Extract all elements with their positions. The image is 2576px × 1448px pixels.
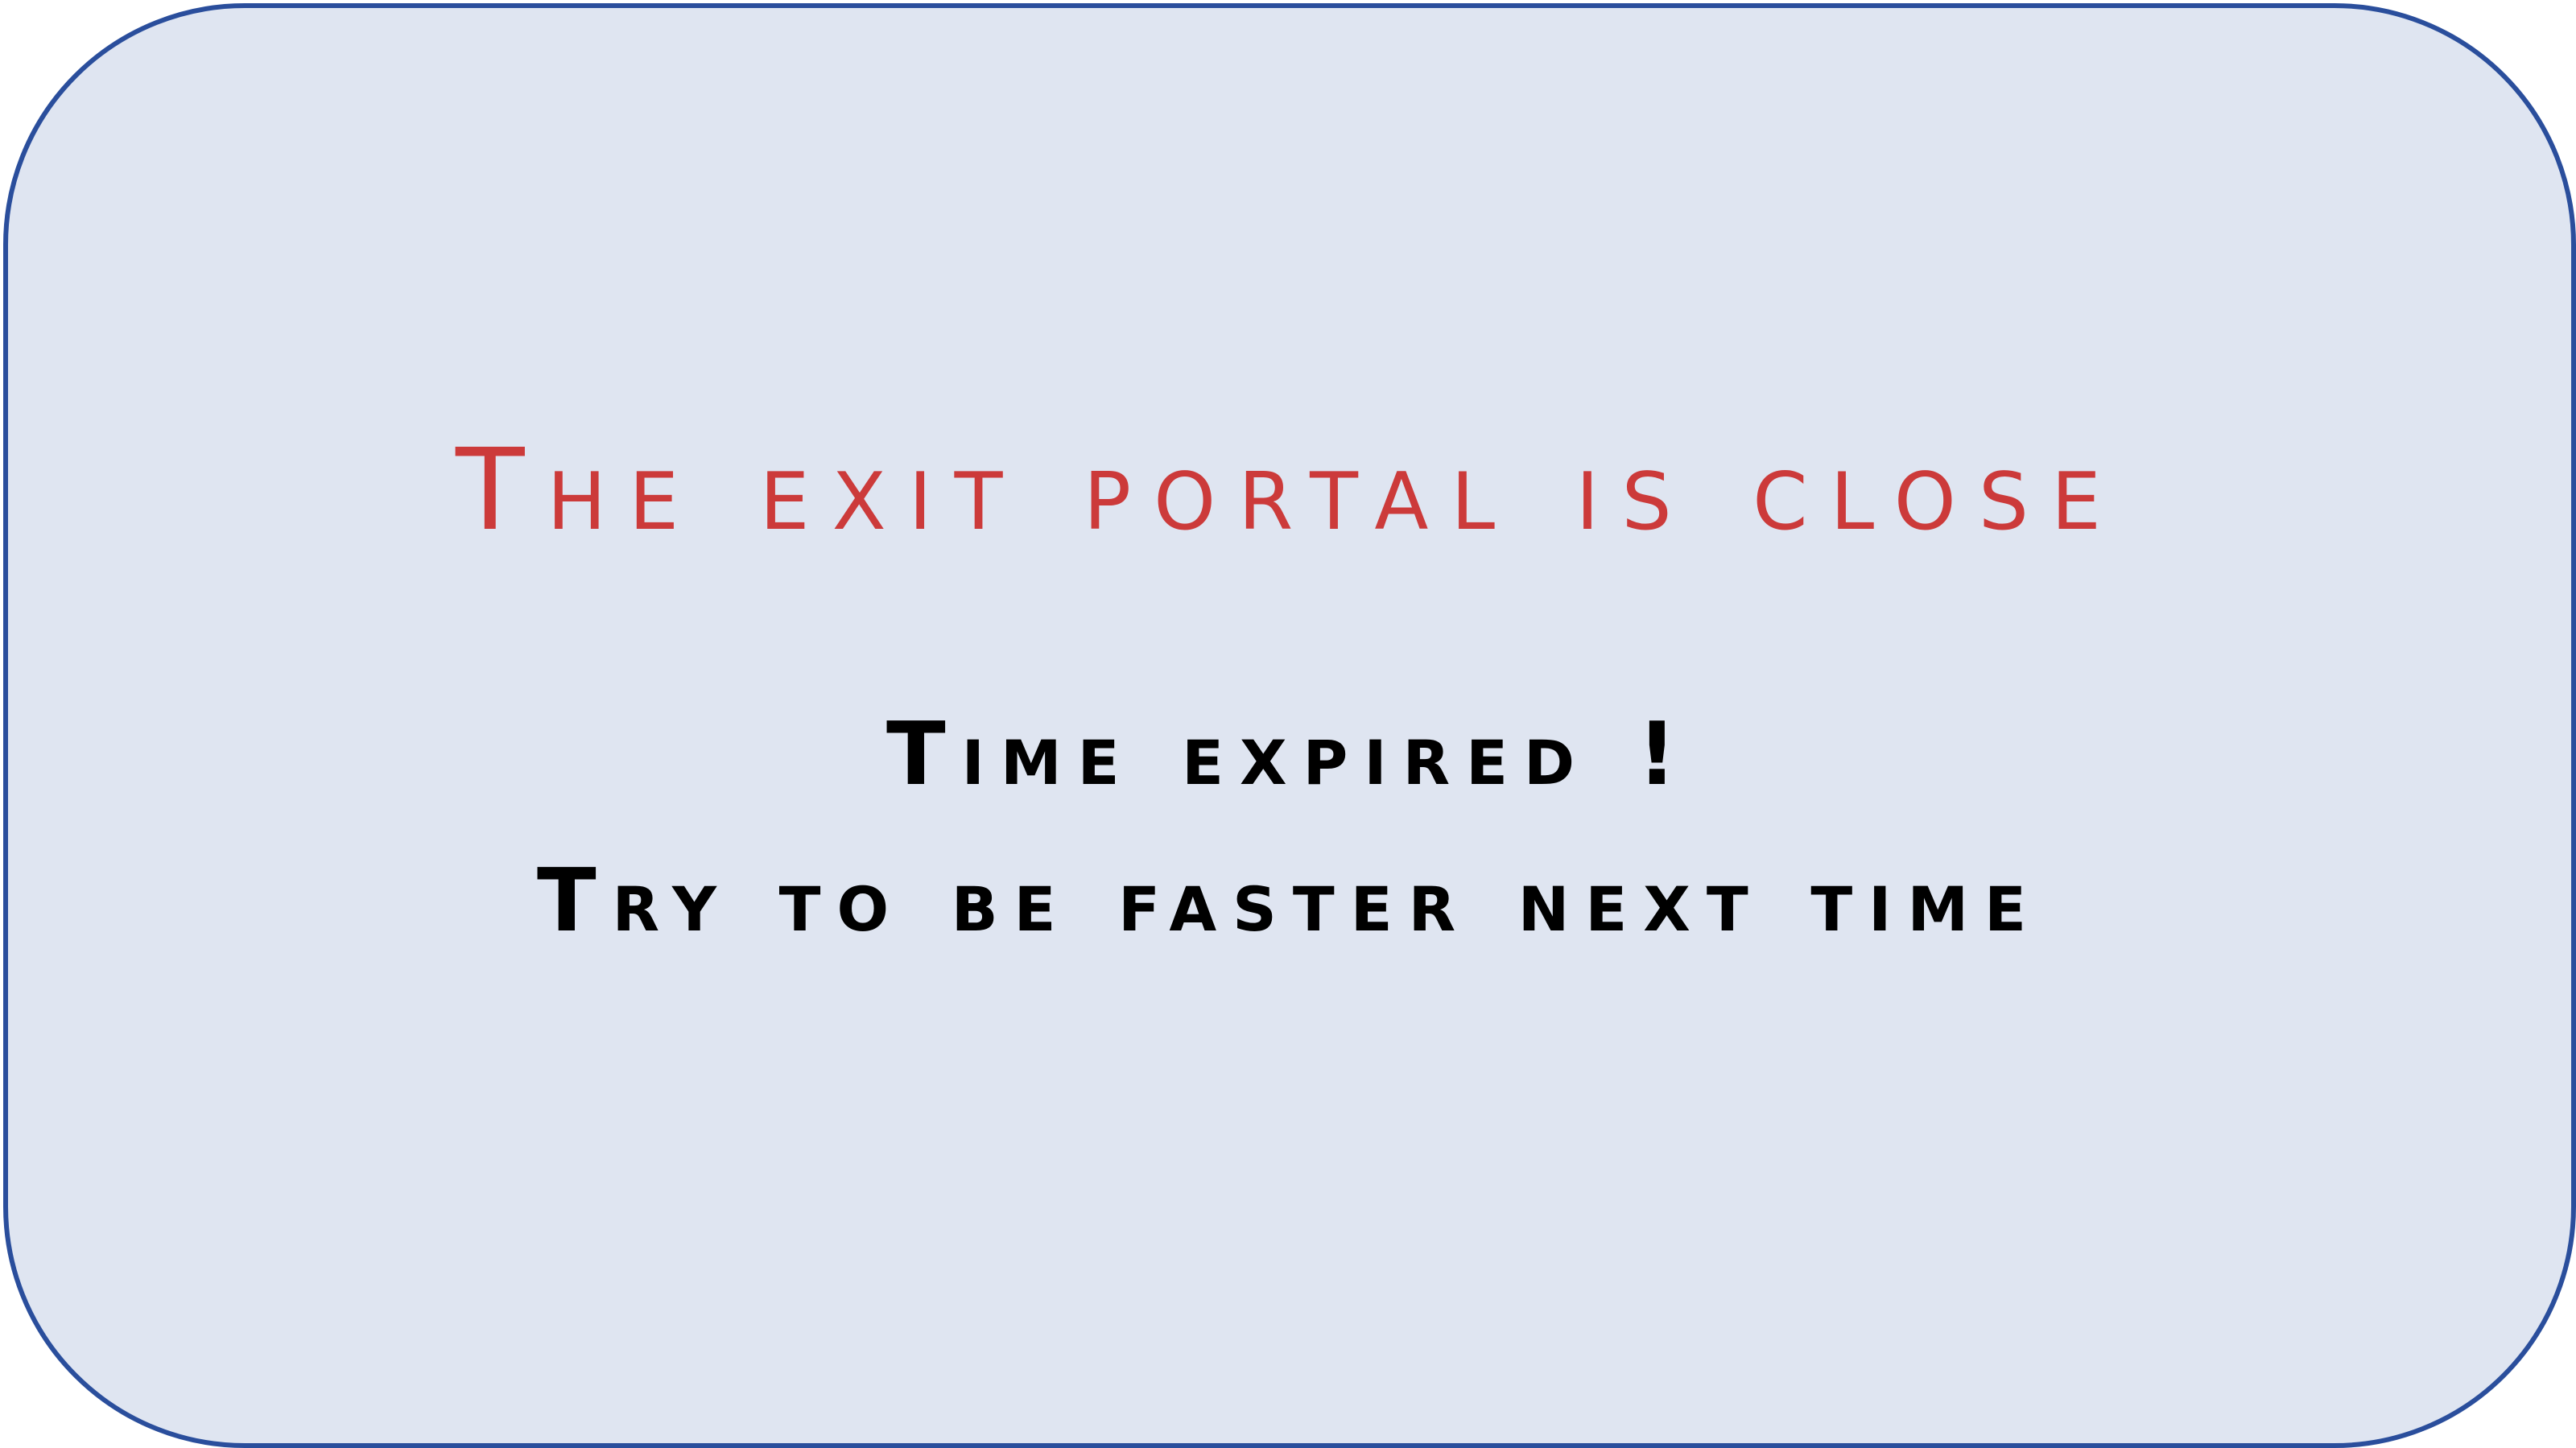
time-expired-message: Time expired ! [886,704,1693,805]
game-over-panel: The exit portal is close Time expired ! … [3,3,2576,1448]
retry-hint-message: Try to be faster next time [536,851,2042,951]
portal-status-title: The exit portal is close [456,425,2124,556]
